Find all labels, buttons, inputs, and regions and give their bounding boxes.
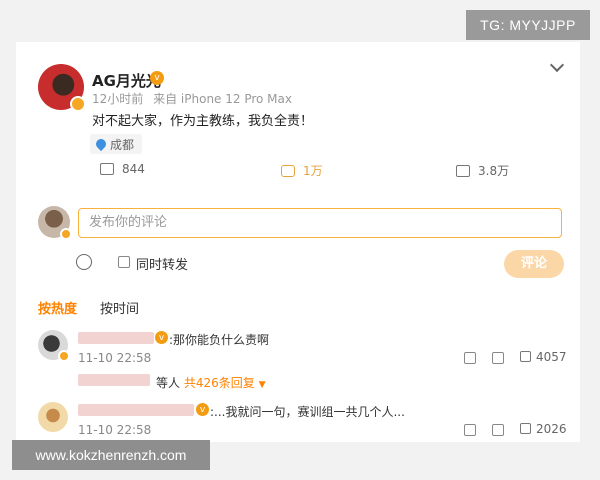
thumbs-up-icon: [456, 164, 470, 177]
comment-count: 1万: [303, 164, 323, 178]
replies-summary[interactable]: 等人 共426条回复 ▼: [156, 374, 266, 391]
share-icon[interactable]: [464, 424, 476, 436]
comment-like-count: 4057: [536, 350, 567, 364]
redacted-username: [78, 374, 150, 386]
comment-text: :...我就问一句，赛训组一共几个人...: [210, 405, 405, 419]
submit-comment-button[interactable]: 评论: [504, 250, 564, 278]
comment-icon: [281, 164, 295, 177]
post-action-bar: 844 1万 3.8万: [96, 162, 516, 182]
repost-count: 844: [122, 162, 145, 176]
replies-count: 共426条回复: [183, 376, 255, 390]
redacted-username: [78, 332, 154, 344]
comment-button[interactable]: 1万: [281, 162, 323, 179]
like-button[interactable]: 3.8万: [456, 162, 509, 179]
repost-button[interactable]: 844: [100, 162, 145, 176]
tab-sort-hot[interactable]: 按热度: [38, 298, 77, 317]
thumbs-up-icon: [520, 423, 531, 434]
post-meta: 12小时前 来自 iPhone 12 Pro Max: [92, 90, 298, 107]
post-source: 来自 iPhone 12 Pro Max: [153, 92, 292, 106]
comment-like-count: 2026: [536, 422, 567, 436]
verified-badge-icon: [70, 96, 86, 112]
comment-input[interactable]: 发布你的评论: [78, 208, 562, 238]
vip-icon: v: [150, 71, 164, 85]
location-pin-icon: [93, 136, 109, 152]
watermark-bottom: www.kokzhenrenzh.com: [12, 440, 210, 470]
comment-text: :那你能负什么责啊: [169, 333, 270, 347]
comment-time: 11-10 22:58: [78, 351, 152, 365]
post-time[interactable]: 12小时前: [92, 92, 143, 106]
verified-badge-icon: [58, 350, 70, 362]
location-label: 成都: [110, 137, 135, 152]
caret-down-icon: ▼: [258, 380, 266, 390]
redacted-username: [78, 404, 194, 416]
weibo-post-card: AG月光光 v 12小时前 来自 iPhone 12 Pro Max 对不起大家…: [16, 42, 580, 442]
comment-avatar[interactable]: [38, 402, 68, 432]
vip-icon: v: [155, 331, 168, 344]
comment-time: 11-10 22:58: [78, 423, 152, 437]
replies-prefix: 等人: [156, 376, 181, 390]
emoji-icon[interactable]: [76, 254, 92, 270]
verified-badge-icon: [60, 228, 72, 240]
repost-checkbox-label[interactable]: 同时转发: [136, 254, 188, 273]
repost-checkbox[interactable]: [118, 256, 130, 268]
comment-like-button[interactable]: 2026: [520, 422, 567, 436]
post-text: 对不起大家，作为主教练，我负全责！: [92, 114, 314, 129]
watermark-top: TG: MYYJJPP: [466, 10, 590, 40]
like-count: 3.8万: [478, 164, 510, 178]
reply-icon[interactable]: [492, 352, 504, 364]
thumbs-up-icon: [520, 351, 531, 362]
location-chip[interactable]: 成都: [90, 134, 143, 154]
tab-sort-time[interactable]: 按时间: [100, 298, 139, 317]
reply-icon[interactable]: [492, 424, 504, 436]
comment-like-button[interactable]: 4057: [520, 350, 567, 364]
repost-icon: [100, 163, 114, 175]
vip-icon: v: [196, 403, 209, 416]
share-icon[interactable]: [464, 352, 476, 364]
chevron-down-icon[interactable]: [549, 57, 565, 73]
